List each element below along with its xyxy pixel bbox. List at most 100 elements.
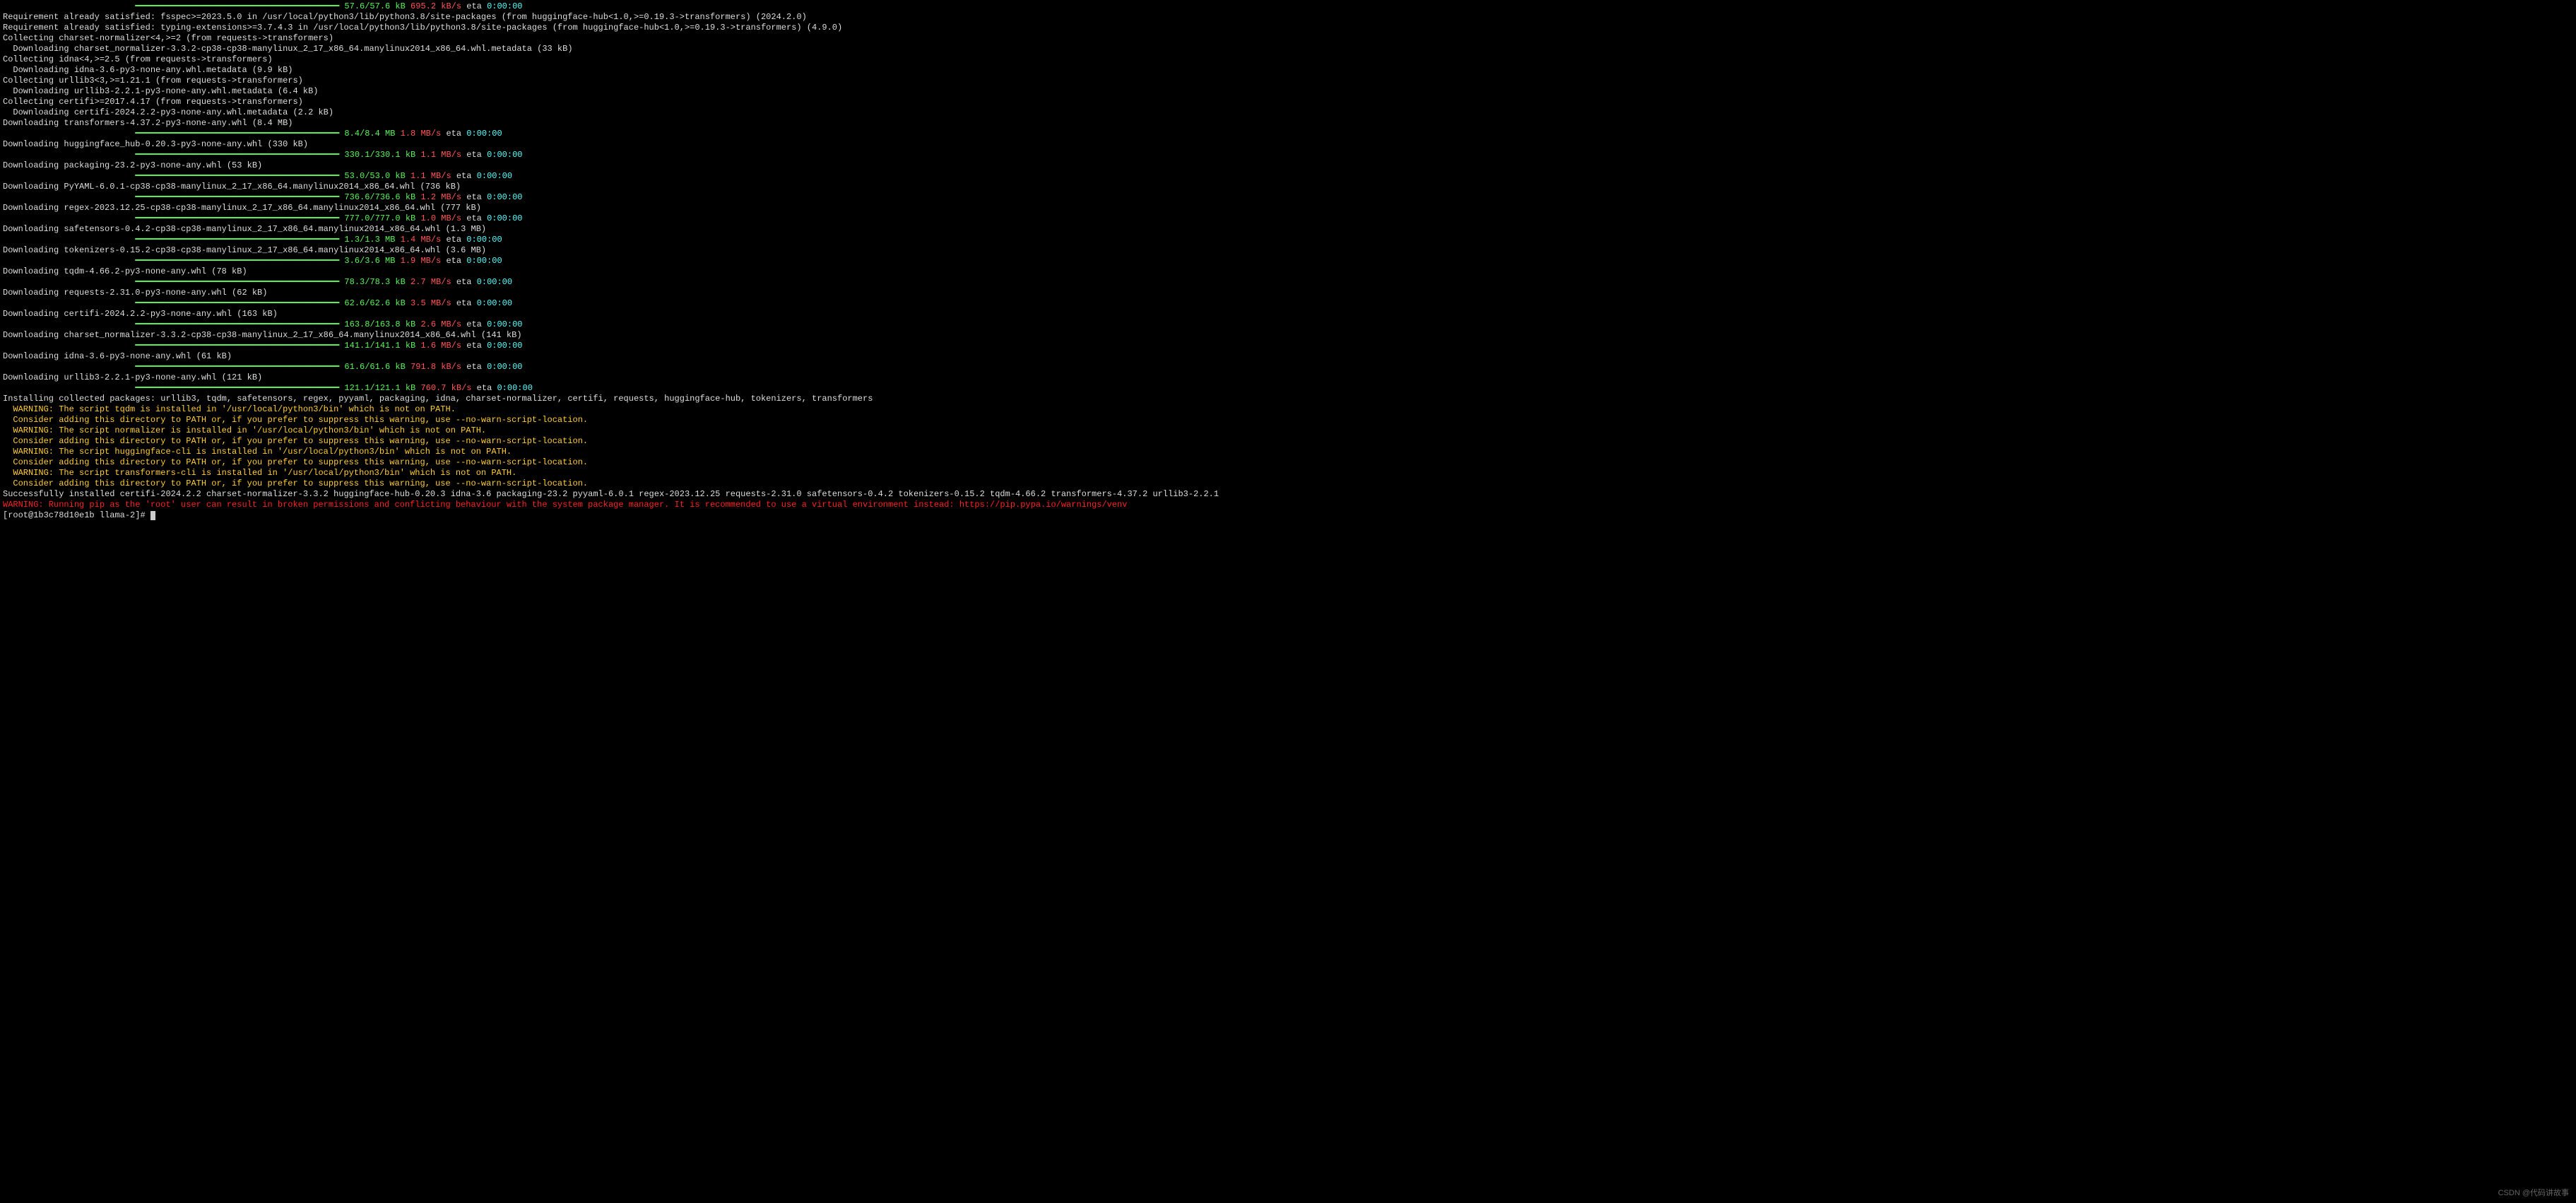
terminal-text: 0:00:00 [497, 383, 532, 393]
terminal-text: eta [461, 192, 487, 202]
terminal-text: eta [451, 171, 477, 181]
terminal-text: 1.2 MB/s [420, 192, 461, 202]
terminal-text: eta [461, 362, 487, 372]
terminal-text: 791.8 kB/s [410, 362, 461, 372]
terminal-line: Downloading charset_normalizer-3.3.2-cp3… [3, 330, 2573, 341]
terminal-text: 2.7 MB/s [410, 277, 451, 287]
terminal-text: eta [441, 235, 466, 245]
terminal-text: 1.0 MB/s [420, 213, 461, 223]
terminal-line: Downloading urllib3-2.2.1-py3-none-any.w… [3, 86, 2573, 97]
terminal-text [3, 277, 135, 287]
terminal-line: ━━━━━━━━━━━━━━━━━━━━━━━━━━━━━━━━━━━━━━━━… [3, 298, 2573, 309]
cursor-icon [150, 511, 155, 520]
terminal-text: Downloading charset_normalizer-3.3.2-cp3… [3, 44, 573, 54]
terminal-text [3, 129, 135, 139]
terminal-text: 57.6/57.6 kB [344, 1, 405, 11]
terminal-text: ━━━━━━━━━━━━━━━━━━━━━━━━━━━━━━━━━━━━━━━━ [135, 383, 339, 393]
terminal-line: Downloading requests-2.31.0-py3-none-any… [3, 288, 2573, 298]
terminal-text: Consider adding this directory to PATH o… [3, 436, 588, 446]
terminal-text: 1.9 MB/s [401, 256, 442, 266]
terminal-text: Collecting charset-normalizer<4,>=2 (fro… [3, 33, 333, 43]
terminal-text: ━━━━━━━━━━━━━━━━━━━━━━━━━━━━━━━━━━━━━━━━ [135, 213, 339, 223]
terminal-text: 62.6/62.6 kB [344, 298, 405, 308]
terminal-text: ━━━━━━━━━━━━━━━━━━━━━━━━━━━━━━━━━━━━━━━━ [135, 298, 339, 308]
terminal-text: 1.1 MB/s [410, 171, 451, 181]
terminal-text: Downloading huggingface_hub-0.20.3-py3-n… [3, 139, 308, 149]
terminal-line: WARNING: The script tqdm is installed in… [3, 404, 2573, 415]
terminal-text [3, 1, 135, 11]
terminal-text: 0:00:00 [487, 150, 522, 160]
terminal-line: Downloading PyYAML-6.0.1-cp38-cp38-manyl… [3, 182, 2573, 192]
terminal-text: 0:00:00 [487, 1, 522, 11]
terminal-text: ━━━━━━━━━━━━━━━━━━━━━━━━━━━━━━━━━━━━━━━━ [135, 235, 339, 245]
terminal-line: Downloading safetensors-0.4.2-cp38-cp38-… [3, 224, 2573, 235]
terminal-line: WARNING: The script huggingface-cli is i… [3, 447, 2573, 457]
terminal-line: Downloading regex-2023.12.25-cp38-cp38-m… [3, 203, 2573, 213]
terminal-line: Collecting certifi>=2017.4.17 (from requ… [3, 97, 2573, 107]
terminal-line: Downloading transformers-4.37.2-py3-none… [3, 118, 2573, 129]
terminal-text: Downloading transformers-4.37.2-py3-none… [3, 118, 293, 128]
terminal-text [406, 1, 410, 11]
terminal-text: 0:00:00 [487, 341, 522, 351]
terminal-text [406, 298, 410, 308]
terminal-text: Requirement already satisfied: typing-ex… [3, 23, 842, 33]
terminal-text [395, 235, 400, 245]
terminal-line: ━━━━━━━━━━━━━━━━━━━━━━━━━━━━━━━━━━━━━━━━… [3, 192, 2573, 203]
terminal-text: 0:00:00 [487, 213, 522, 223]
terminal-text: Downloading packaging-23.2-py3-none-any.… [3, 160, 262, 170]
terminal-text: 61.6/61.6 kB [344, 362, 405, 372]
terminal-text: Downloading PyYAML-6.0.1-cp38-cp38-manyl… [3, 182, 461, 192]
terminal-text: Downloading certifi-2024.2.2-py3-none-an… [3, 107, 333, 117]
prompt-path: llama-2 [100, 510, 135, 520]
terminal-text: Installing collected packages: urllib3, … [3, 394, 873, 404]
terminal-line: Downloading tokenizers-0.15.2-cp38-cp38-… [3, 245, 2573, 256]
terminal-line: Successfully installed certifi-2024.2.2 … [3, 489, 2573, 500]
terminal-text: 695.2 kB/s [410, 1, 461, 11]
terminal-output[interactable]: ━━━━━━━━━━━━━━━━━━━━━━━━━━━━━━━━━━━━━━━━… [0, 0, 2576, 522]
terminal-text [406, 362, 410, 372]
terminal-line: Downloading huggingface_hub-0.20.3-py3-n… [3, 139, 2573, 150]
terminal-text: WARNING: The script normalizer is instal… [3, 426, 486, 435]
terminal-line: ━━━━━━━━━━━━━━━━━━━━━━━━━━━━━━━━━━━━━━━━… [3, 213, 2573, 224]
terminal-line: ━━━━━━━━━━━━━━━━━━━━━━━━━━━━━━━━━━━━━━━━… [3, 256, 2573, 266]
terminal-text [406, 171, 410, 181]
terminal-line: Downloading certifi-2024.2.2-py3-none-an… [3, 107, 2573, 118]
terminal-text: Downloading urllib3-2.2.1-py3-none-any.w… [3, 372, 262, 382]
terminal-line: ━━━━━━━━━━━━━━━━━━━━━━━━━━━━━━━━━━━━━━━━… [3, 277, 2573, 288]
terminal-text: WARNING: The script transformers-cli is … [3, 468, 516, 478]
terminal-text [3, 341, 135, 351]
terminal-text: Downloading regex-2023.12.25-cp38-cp38-m… [3, 203, 481, 213]
terminal-text [406, 277, 410, 287]
shell-prompt[interactable]: [root@1b3c78d10e1b llama-2]# [3, 510, 2573, 521]
terminal-text: Collecting certifi>=2017.4.17 (from requ… [3, 97, 303, 107]
terminal-line: Requirement already satisfied: typing-ex… [3, 23, 2573, 33]
terminal-text: Downloading urllib3-2.2.1-py3-none-any.w… [3, 86, 318, 96]
terminal-text [395, 256, 400, 266]
terminal-text: 0:00:00 [477, 298, 512, 308]
terminal-text: Downloading certifi-2024.2.2-py3-none-an… [3, 309, 278, 319]
terminal-text: 0:00:00 [466, 129, 502, 139]
terminal-line: Downloading urllib3-2.2.1-py3-none-any.w… [3, 372, 2573, 383]
terminal-text: eta [461, 213, 487, 223]
terminal-text: 1.3/1.3 MB [344, 235, 395, 245]
terminal-line: ━━━━━━━━━━━━━━━━━━━━━━━━━━━━━━━━━━━━━━━━… [3, 235, 2573, 245]
terminal-text: Downloading idna-3.6-py3-none-any.whl (6… [3, 351, 232, 361]
terminal-text [3, 319, 135, 329]
terminal-text: 760.7 kB/s [420, 383, 471, 393]
terminal-text: WARNING: Running pip as the 'root' user … [3, 500, 1127, 510]
terminal-text: 0:00:00 [466, 256, 502, 266]
terminal-text [3, 213, 135, 223]
terminal-text: eta [441, 256, 466, 266]
terminal-text: eta [461, 341, 487, 351]
terminal-line: Requirement already satisfied: fsspec>=2… [3, 12, 2573, 23]
terminal-text [3, 235, 135, 245]
terminal-text: WARNING: The script huggingface-cli is i… [3, 447, 512, 457]
terminal-text: ━━━━━━━━━━━━━━━━━━━━━━━━━━━━━━━━━━━━━━━━ [135, 150, 339, 160]
terminal-text: Collecting idna<4,>=2.5 (from requests->… [3, 54, 273, 64]
terminal-line: Downloading idna-3.6-py3-none-any.whl (6… [3, 351, 2573, 362]
terminal-text [3, 256, 135, 266]
terminal-text: eta [461, 319, 487, 329]
terminal-text: 777.0/777.0 kB [344, 213, 415, 223]
terminal-line: Downloading packaging-23.2-py3-none-any.… [3, 160, 2573, 171]
terminal-line: Collecting urllib3<3,>=1.21.1 (from requ… [3, 76, 2573, 86]
